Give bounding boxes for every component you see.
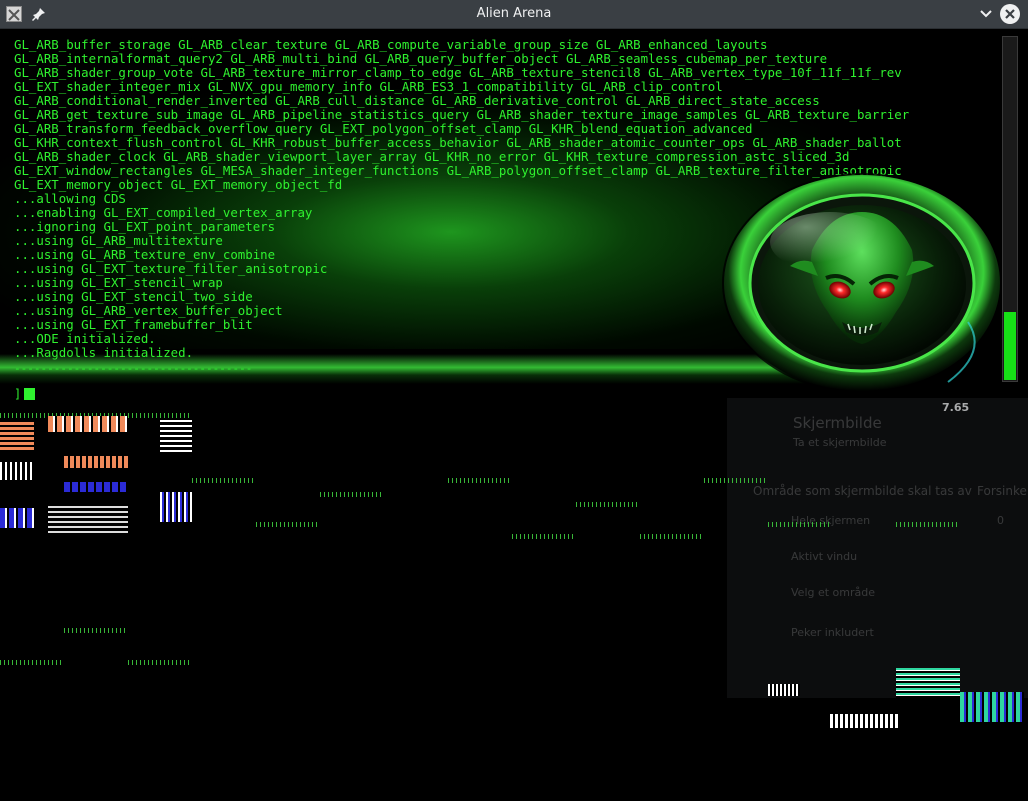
title-bar[interactable]: Alien Arena [0,0,1028,29]
ghost-delay-label: Forsinkelse [977,484,1028,498]
glitch-row [448,478,512,483]
glitch-row [768,522,832,527]
console-line: GL_EXT_shader_integer_mix GL_NVX_gpu_mem… [14,79,723,94]
ghost-option-pointer: Peker inkludert [791,626,874,639]
console-prompt[interactable]: ] [14,387,21,401]
glitch-row [128,660,192,665]
console-line: GL_ARB_shader_clock GL_ARB_shader_viewpo… [14,149,850,164]
glitch-block [48,416,128,432]
glitch-block [896,668,960,698]
console-cursor [24,388,35,400]
glitch-row [64,628,128,633]
ghost-area-label: Område som skjermbilde skal tas av [753,484,972,498]
ghost-subtitle: Ta et skjermbilde [793,436,887,449]
chevron-down-icon[interactable] [976,5,996,23]
console-line: GL_ARB_conditional_render_inverted GL_AR… [14,93,820,108]
alien-head-logo [720,172,1005,394]
glitch-block [64,456,128,468]
ghost-screenshot-dialog: Skjermbilde Ta et skjermbilde Område som… [727,398,1028,698]
glitch-row [704,478,768,483]
console-line: GL_ARB_buffer_storage GL_ARB_clear_textu… [14,37,768,52]
console-line: GL_ARB_internalformat_query2 GL_ARB_mult… [14,51,828,66]
glitch-block [64,482,128,492]
glitch-row [512,534,576,539]
glitch-row [0,660,64,665]
glitch-block [768,684,800,696]
console-line: GL_ARB_shader_group_vote GL_ARB_texture_… [14,65,902,80]
glitch-block [160,492,192,522]
console-line: GL_ARB_transform_feedback_overflow_query… [14,121,753,136]
ghost-option-window: Aktivt vindu [791,550,858,563]
glitch-block [48,506,128,536]
glitch-row [192,478,256,483]
glitch-block [830,714,900,728]
glitch-block [0,422,34,452]
game-window: Alien Arena GL_ARB_buffer_storage GL_ARB… [0,0,1028,801]
glitch-row [896,522,960,527]
console-separator: ------------------------------------ [14,362,253,375]
glitch-block [960,692,1024,722]
glitch-block [0,508,34,528]
glitch-row [576,502,640,507]
close-button[interactable] [1000,4,1020,24]
ghost-option-region: Velg et område [791,586,876,599]
glitch-row [320,492,384,497]
glitch-block [0,462,34,480]
glitch-row [640,534,704,539]
ghost-title: Skjermbilde [793,414,882,432]
glitch-row [256,522,320,527]
console-line: GL_ARB_get_texture_sub_image GL_ARB_pipe… [14,107,910,122]
window-title: Alien Arena [476,6,552,21]
ghost-delay-value: 0 [997,514,1004,527]
glitch-block [160,420,192,454]
console-line: GL_KHR_context_flush_control GL_KHR_robu… [14,135,902,150]
close-icon [1005,9,1015,19]
console-scrollbar-fill[interactable] [1004,312,1016,380]
